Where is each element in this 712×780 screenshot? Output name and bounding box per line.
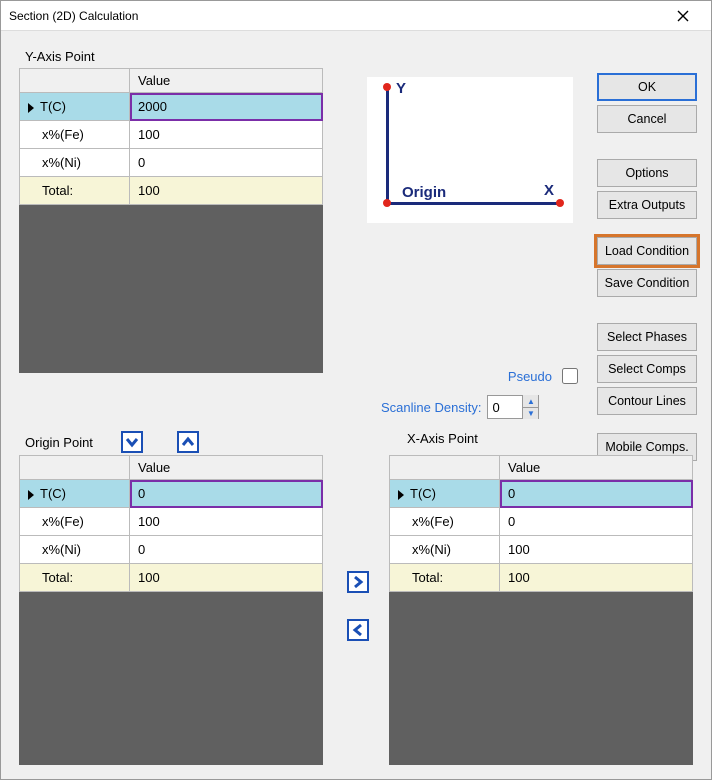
spinner-up-icon[interactable]: ▲ <box>522 395 538 407</box>
table-row[interactable]: x%(Fe) 0 <box>390 508 693 536</box>
copy-left-button[interactable] <box>347 619 369 641</box>
select-comps-button[interactable]: Select Comps <box>597 355 697 383</box>
row-name: T(C) <box>40 486 66 501</box>
row-value[interactable]: 100 <box>500 564 692 591</box>
axis-diagram: Y X Origin <box>367 77 573 223</box>
y-point-icon <box>383 83 391 91</box>
diagram-y-label: Y <box>396 80 406 97</box>
table-row[interactable]: Total: 100 <box>20 177 323 205</box>
row-name: x%(Fe) <box>412 514 454 529</box>
table-row[interactable]: T(C) 0 <box>390 480 693 508</box>
scanline-density-input[interactable] <box>488 400 522 415</box>
titlebar: Section (2D) Calculation <box>1 1 711 31</box>
row-value[interactable]: 100 <box>130 121 322 148</box>
value-column-header: Value <box>500 456 693 480</box>
row-value[interactable]: 2000 <box>130 93 322 120</box>
load-condition-button[interactable]: Load Condition <box>597 237 697 265</box>
row-name: x%(Fe) <box>42 127 84 142</box>
row-name: x%(Ni) <box>42 155 81 170</box>
origin-point-icon <box>383 199 391 207</box>
row-value[interactable]: 0 <box>130 149 322 176</box>
origin-table-container: Value T(C) 0 x%(Fe) 100 x%(Ni) 0 Total: 100 <box>19 455 323 765</box>
yaxis-table-container: Value T(C) 2000 x%(Fe) 100 x%(Ni) 0 Total: 100 <box>19 68 323 373</box>
row-name: T(C) <box>410 486 436 501</box>
table-row[interactable]: x%(Ni) 0 <box>20 149 323 177</box>
row-name: x%(Ni) <box>42 542 81 557</box>
table-row[interactable]: T(C) 0 <box>20 480 323 508</box>
table-row[interactable]: T(C) 2000 <box>20 93 323 121</box>
scanline-density-spinner[interactable]: ▲ ▼ <box>487 395 539 419</box>
row-value[interactable]: 0 <box>130 536 322 563</box>
table-row[interactable]: x%(Ni) 100 <box>390 536 693 564</box>
value-column-header: Value <box>130 456 323 480</box>
table-row[interactable]: x%(Fe) 100 <box>20 508 323 536</box>
row-value[interactable]: 0 <box>500 480 692 507</box>
row-name: x%(Fe) <box>42 514 84 529</box>
row-value[interactable]: 100 <box>500 536 692 563</box>
contour-lines-button[interactable]: Contour Lines <box>597 387 697 415</box>
origin-down-button[interactable] <box>121 431 143 453</box>
yaxis-table[interactable]: Value T(C) 2000 x%(Fe) 100 x%(Ni) 0 Total: 100 <box>19 68 323 205</box>
table-row[interactable]: Total: 100 <box>390 564 693 592</box>
select-phases-button[interactable]: Select Phases <box>597 323 697 351</box>
options-button[interactable]: Options <box>597 159 697 187</box>
table-row[interactable]: Total: 100 <box>20 564 323 592</box>
origin-label: Origin Point <box>25 435 93 450</box>
ok-button[interactable]: OK <box>597 73 697 101</box>
yaxis-label: Y-Axis Point <box>25 49 699 64</box>
spinner-down-icon[interactable]: ▼ <box>522 407 538 419</box>
origin-table[interactable]: Value T(C) 0 x%(Fe) 100 x%(Ni) 0 Total: 100 <box>19 455 323 592</box>
row-name: x%(Ni) <box>412 542 451 557</box>
table-row[interactable]: x%(Fe) 100 <box>20 121 323 149</box>
scanline-label: Scanline Density: <box>381 400 481 415</box>
row-value[interactable]: 100 <box>130 177 322 204</box>
origin-header: Origin Point <box>25 431 199 453</box>
copy-right-button[interactable] <box>347 571 369 593</box>
xaxis-label: X-Axis Point <box>407 431 478 446</box>
pseudo-label: Pseudo <box>508 369 552 384</box>
value-column-header: Value <box>130 69 323 93</box>
pseudo-row: Pseudo <box>381 365 581 387</box>
dialog-window: Section (2D) Calculation Y-Axis Point Va… <box>0 0 712 780</box>
origin-up-button[interactable] <box>177 431 199 453</box>
row-value[interactable]: 100 <box>130 564 322 591</box>
copy-nav <box>347 571 369 641</box>
row-name: Total: <box>412 570 443 585</box>
extra-outputs-button[interactable]: Extra Outputs <box>597 191 697 219</box>
save-condition-button[interactable]: Save Condition <box>597 269 697 297</box>
close-button[interactable] <box>663 1 703 31</box>
row-name: Total: <box>42 570 73 585</box>
xaxis-table-container: Value T(C) 0 x%(Fe) 0 x%(Ni) 100 Total: 100 <box>389 455 693 765</box>
button-column: OK Cancel Options Extra Outputs Load Con… <box>597 73 697 461</box>
xaxis-table[interactable]: Value T(C) 0 x%(Fe) 0 x%(Ni) 100 Total: 100 <box>389 455 693 592</box>
dialog-content: Y-Axis Point ValueT(C)2000x%(Fe)100x%(Ni… <box>1 31 711 779</box>
pseudo-checkbox[interactable] <box>562 368 578 384</box>
scanline-row: Scanline Density: ▲ ▼ <box>381 395 539 419</box>
diagram-x-label: X <box>544 182 554 199</box>
window-title: Section (2D) Calculation <box>9 9 663 23</box>
diagram-origin-label: Origin <box>402 184 446 201</box>
row-value[interactable]: 0 <box>130 480 322 507</box>
x-point-icon <box>556 199 564 207</box>
row-name: T(C) <box>40 99 66 114</box>
cancel-button[interactable]: Cancel <box>597 105 697 133</box>
row-value[interactable]: 0 <box>500 508 692 535</box>
table-row[interactable]: x%(Ni) 0 <box>20 536 323 564</box>
row-name: Total: <box>42 183 73 198</box>
row-value[interactable]: 100 <box>130 508 322 535</box>
